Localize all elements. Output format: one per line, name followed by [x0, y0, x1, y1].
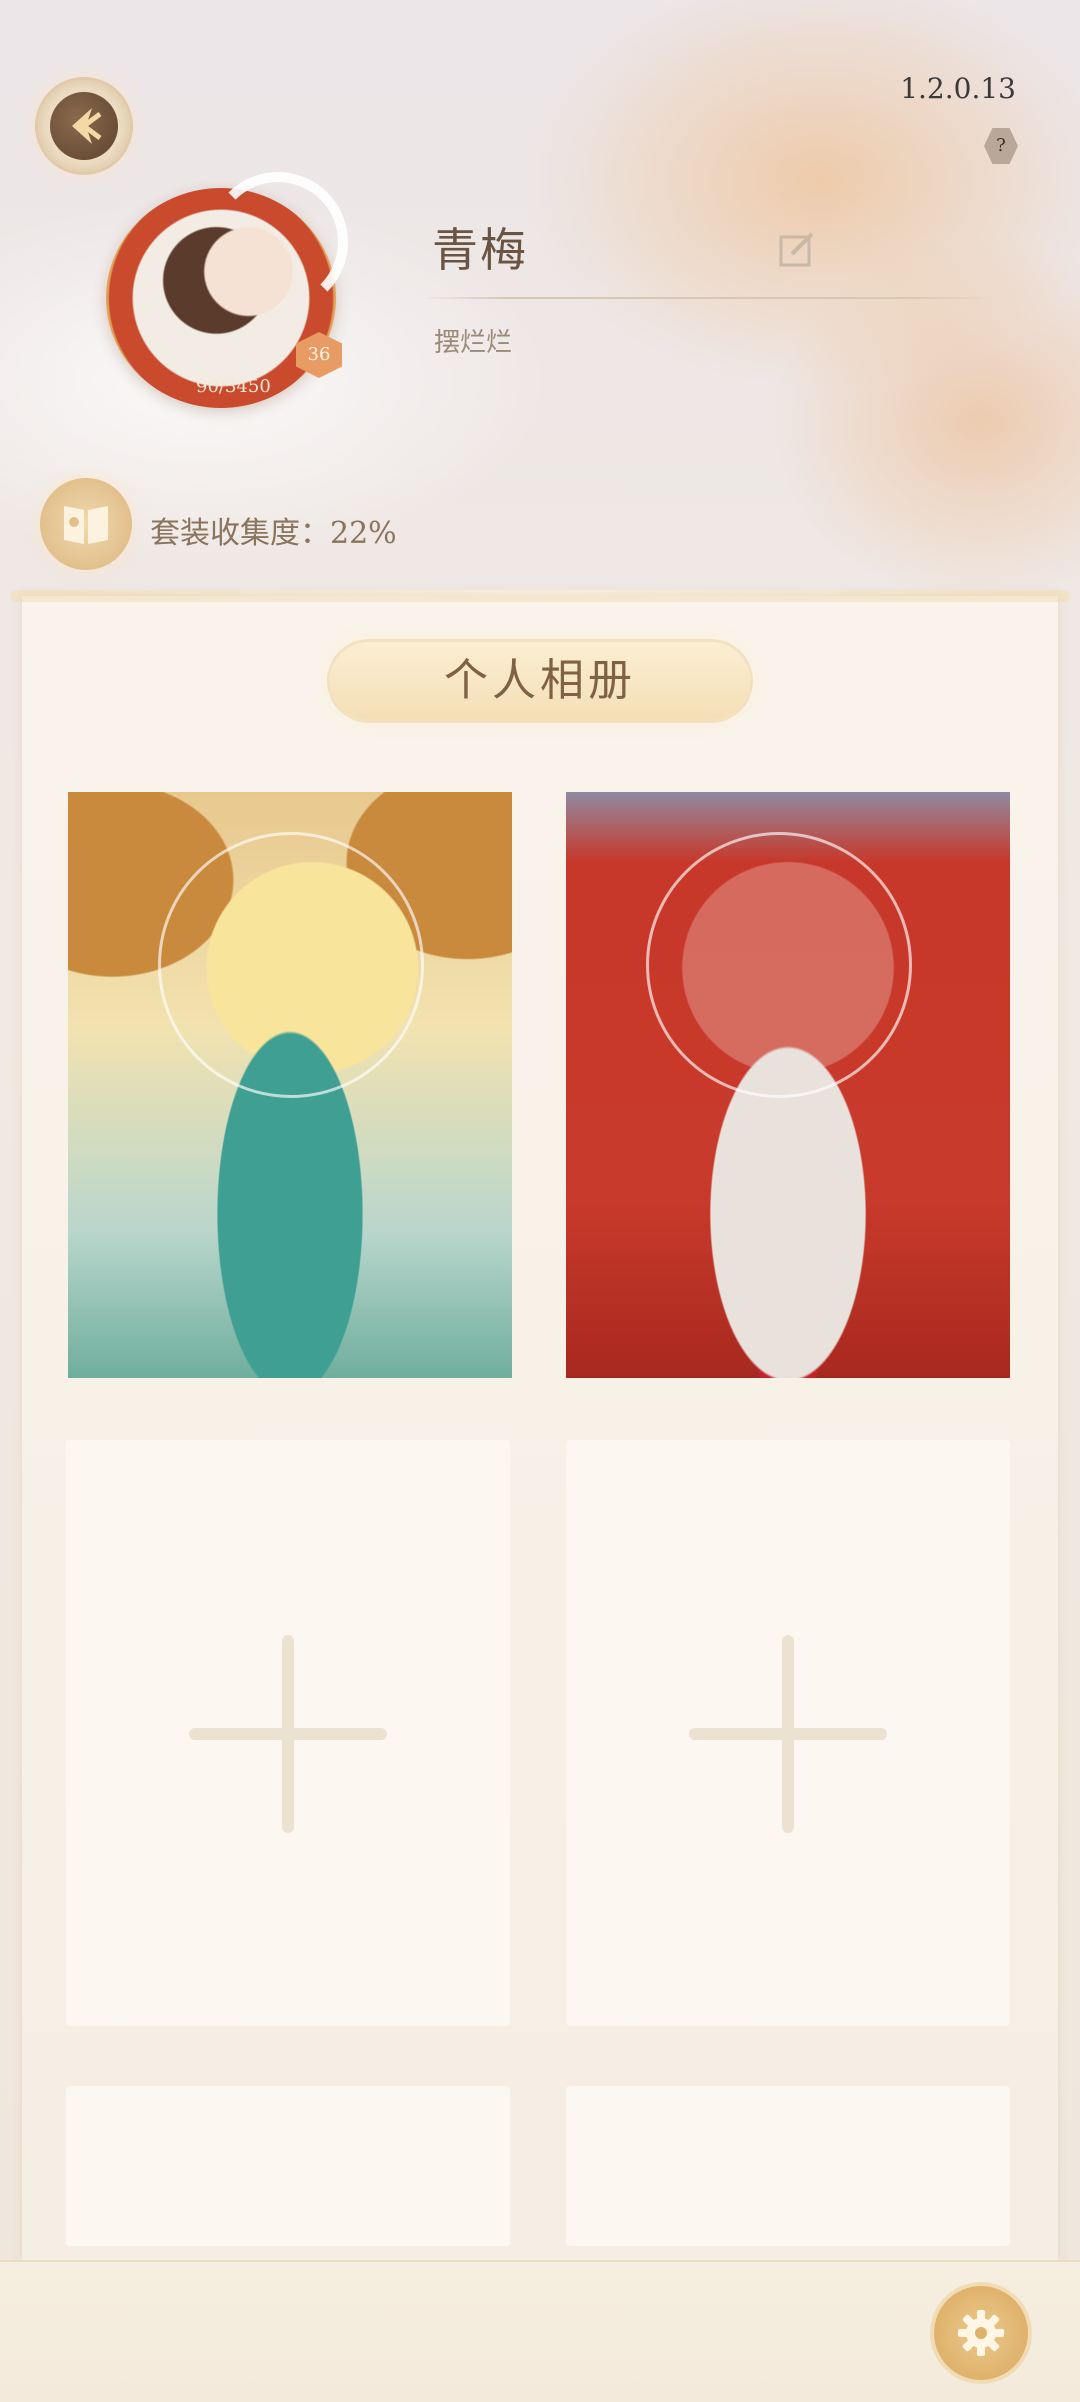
add-photo-slot-1[interactable]: [66, 1440, 510, 2026]
back-button[interactable]: [38, 80, 130, 172]
back-arrow-icon: [72, 108, 102, 144]
settings-button[interactable]: [934, 2286, 1028, 2380]
avatar-frame-decoration: [208, 172, 348, 312]
add-photo-slot-4[interactable]: [566, 2086, 1010, 2246]
collection-progress-text: 套装收集度：22%: [150, 516, 397, 551]
player-name: 青梅: [432, 223, 528, 277]
photo-halo: [158, 832, 424, 1098]
album-photo-2[interactable]: [566, 792, 1010, 1378]
gear-icon: [958, 2310, 1004, 2356]
avatar[interactable]: 36 90/3450: [96, 172, 356, 412]
add-photo-slot-2[interactable]: [566, 1440, 1010, 2026]
album-title: 个人相册: [330, 642, 750, 720]
photo-halo: [646, 832, 912, 1098]
album-photo-1[interactable]: [68, 792, 512, 1378]
book-icon: [64, 506, 108, 544]
edit-icon[interactable]: [778, 230, 816, 268]
bottom-bar: [0, 2260, 1080, 2402]
exp-text: 90/3450: [196, 376, 271, 397]
collection-button[interactable]: [40, 478, 132, 570]
player-signature[interactable]: 摆烂烂: [434, 322, 512, 359]
plus-icon-bar: [189, 1728, 387, 1740]
add-photo-slot-3[interactable]: [66, 2086, 510, 2246]
version-label: 1.2.0.13: [900, 72, 1016, 105]
name-divider: [420, 297, 994, 299]
plus-icon-bar: [689, 1728, 887, 1740]
